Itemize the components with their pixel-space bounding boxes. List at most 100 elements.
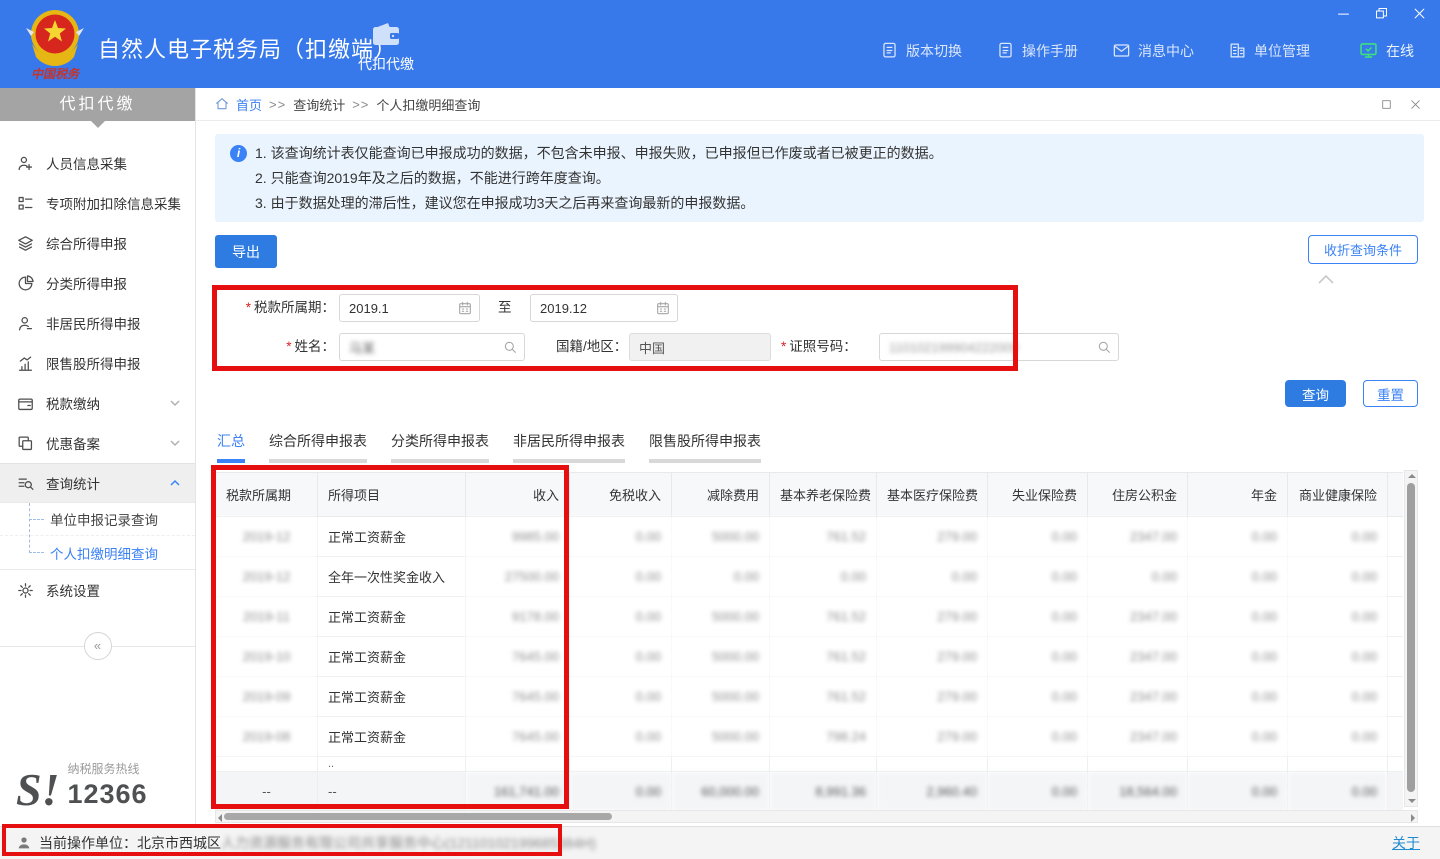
- table-cell: [770, 757, 877, 772]
- tab-分类所得申报表[interactable]: 分类所得申报表: [391, 431, 489, 463]
- table-cell: 0.00: [570, 517, 672, 557]
- tab-非居民所得申报表[interactable]: 非居民所得申报表: [513, 431, 625, 463]
- sidebar-item-2[interactable]: 综合所得申报: [0, 223, 195, 263]
- table-cell: 0.00: [988, 637, 1088, 677]
- table-row[interactable]: 2019-12正常工资薪金9985.000.005000.00761.52279…: [216, 517, 1404, 557]
- search-icon[interactable]: [1096, 339, 1112, 355]
- tab-综合所得申报表[interactable]: 综合所得申报表: [269, 431, 367, 463]
- table-cell: [988, 757, 1088, 772]
- current-unit-label: 当前操作单位：: [39, 833, 137, 853]
- header-menu-item-2[interactable]: 操作手册: [996, 41, 1078, 61]
- horizontal-scrollbar[interactable]: [215, 810, 1418, 823]
- horizontal-scroll-thumb[interactable]: [224, 813, 612, 820]
- hotline-number: 12366: [67, 779, 147, 810]
- scroll-left-arrow-icon[interactable]: [218, 814, 222, 822]
- table-totals-row[interactable]: ----161,741.000.0060,000.008,991.362,960…: [216, 772, 1404, 812]
- sidebar-item-8[interactable]: 查询统计: [0, 463, 195, 503]
- toolbar: 导出 收折查询条件: [215, 235, 1418, 268]
- close-panel-icon[interactable]: [1409, 98, 1422, 111]
- table-cell: 0.00: [988, 677, 1088, 717]
- minimize-window-button[interactable]: [1334, 4, 1352, 22]
- sidebar-item-3[interactable]: 分类所得申报: [0, 263, 195, 303]
- table-cell: 0.00: [770, 557, 877, 597]
- sidebar-item-9[interactable]: 系统设置: [0, 570, 195, 610]
- nav-tab-withholding[interactable]: 代扣代缴: [348, 20, 424, 74]
- scroll-right-arrow-icon[interactable]: [1411, 814, 1415, 822]
- sidebar-group: 综合所得申报: [0, 223, 195, 263]
- restore-window-button[interactable]: [1372, 4, 1390, 22]
- calendar-icon[interactable]: [457, 300, 473, 316]
- header-menu-item-4[interactable]: 单位管理: [1228, 41, 1310, 61]
- scroll-down-arrow-icon[interactable]: [1408, 799, 1416, 803]
- sidebar-item-6[interactable]: 税款缴纳: [0, 383, 195, 423]
- table-row[interactable]: 2019-08正常工资薪金7645.000.005000.00798.24279…: [216, 717, 1404, 757]
- table-cell: [1188, 757, 1288, 772]
- name-input[interactable]: 马某: [339, 333, 525, 361]
- table-row[interactable]: 2019-12全年一次性奖金收入27500.000.000.000.000.00…: [216, 557, 1404, 597]
- minimize-icon: [1336, 6, 1351, 21]
- table-cell: 5000.00: [672, 637, 770, 677]
- table-row[interactable]: 2019-09正常工资薪金7645.000.005000.00761.52279…: [216, 677, 1404, 717]
- table-row[interactable]: 2019-10正常工资薪金7645.000.005000.00761.52279…: [216, 637, 1404, 677]
- column-header: 税: [1388, 473, 1404, 517]
- table-cell: 0.00: [1188, 597, 1288, 637]
- about-link[interactable]: 关于: [1392, 833, 1420, 853]
- table-cell: 5000.00: [672, 597, 770, 637]
- building-icon: [1228, 41, 1247, 60]
- header-menu-item-1[interactable]: 版本切换: [880, 41, 962, 61]
- chevron-down-icon: [169, 437, 181, 449]
- sidebar-item-0[interactable]: 人员信息采集: [0, 143, 195, 183]
- tab-汇总[interactable]: 汇总: [217, 431, 245, 463]
- vertical-scrollbar[interactable]: [1404, 470, 1418, 807]
- export-button[interactable]: 导出: [215, 235, 277, 268]
- calendar-icon[interactable]: [655, 300, 671, 316]
- column-header: 基本医疗保险费: [877, 473, 988, 517]
- table-cell: 0.00: [988, 772, 1088, 812]
- table-cell: 0.00: [1288, 517, 1388, 557]
- sidebar-subitem[interactable]: 个人扣缴明细查询: [0, 536, 195, 569]
- header-menu-item-3[interactable]: 消息中心: [1112, 41, 1194, 61]
- table-cell: [1388, 717, 1404, 757]
- breadcrumb: 首页 >> 查询统计 >> 个人扣缴明细查询: [196, 88, 1440, 121]
- table-cell: ..: [318, 757, 466, 772]
- sidebar-item-7[interactable]: 优惠备案: [0, 423, 195, 463]
- id-number-input[interactable]: 110102199904222009: [879, 333, 1119, 361]
- table-cell: 0.00: [570, 772, 672, 812]
- close-window-button[interactable]: [1410, 4, 1428, 22]
- table-cell: [1388, 517, 1404, 557]
- sidebar-item-5[interactable]: 限售股所得申报: [0, 343, 195, 383]
- home-icon: [214, 96, 230, 112]
- period-to-input[interactable]: 2019.12: [530, 294, 678, 322]
- breadcrumb-level1: 查询统计: [293, 95, 345, 114]
- svg-text:中国税务: 中国税务: [31, 67, 81, 81]
- hotline-logo: S!: [16, 769, 59, 810]
- sidebar-item-1[interactable]: 专项附加扣除信息采集: [0, 183, 195, 223]
- result-tabs: 汇总综合所得申报表分类所得申报表非居民所得申报表限售股所得申报表: [217, 431, 1440, 463]
- search-icon[interactable]: [502, 339, 518, 355]
- breadcrumb-home[interactable]: 首页: [236, 95, 262, 114]
- sidebar-subitem[interactable]: 单位申报记录查询: [0, 503, 195, 536]
- person-icon: [16, 835, 32, 851]
- app-header: 中国税务 自然人电子税务局（扣缴端） 代扣代缴 版本切换操作手册消息中心单位管理…: [0, 0, 1440, 88]
- sidebar: 代扣代缴 人员信息采集专项附加扣除信息采集综合所得申报分类所得申报非居民所得申报…: [0, 88, 196, 826]
- table-ellipsis-row[interactable]: ..: [216, 757, 1404, 772]
- table-cell: 7645.00: [466, 677, 570, 717]
- table-cell: [1388, 677, 1404, 717]
- period-from-input[interactable]: 2019.1: [339, 294, 480, 322]
- table-row[interactable]: 2019-11正常工资薪金9178.000.005000.00761.52279…: [216, 597, 1404, 637]
- collapse-query-button[interactable]: 收折查询条件: [1308, 235, 1418, 264]
- scroll-up-arrow-icon[interactable]: [1408, 474, 1416, 478]
- tab-限售股所得申报表[interactable]: 限售股所得申报表: [649, 431, 761, 463]
- query-button[interactable]: 查询: [1285, 380, 1346, 407]
- info-icon: [230, 145, 247, 162]
- table-cell: 正常工资薪金: [318, 597, 466, 637]
- table-cell: 正常工资薪金: [318, 717, 466, 757]
- maximize-panel-icon[interactable]: [1380, 98, 1393, 111]
- vertical-scroll-thumb[interactable]: [1407, 483, 1415, 792]
- reset-button[interactable]: 重置: [1363, 380, 1418, 407]
- table-cell: [1388, 557, 1404, 597]
- sidebar-item-4[interactable]: 非居民所得申报: [0, 303, 195, 343]
- collapse-sidebar-button[interactable]: «: [84, 632, 112, 660]
- table-cell: 761.52: [770, 677, 877, 717]
- query-form: *税款所属期： 2019.1 至 2019.12 *姓名： 马某: [215, 286, 1440, 378]
